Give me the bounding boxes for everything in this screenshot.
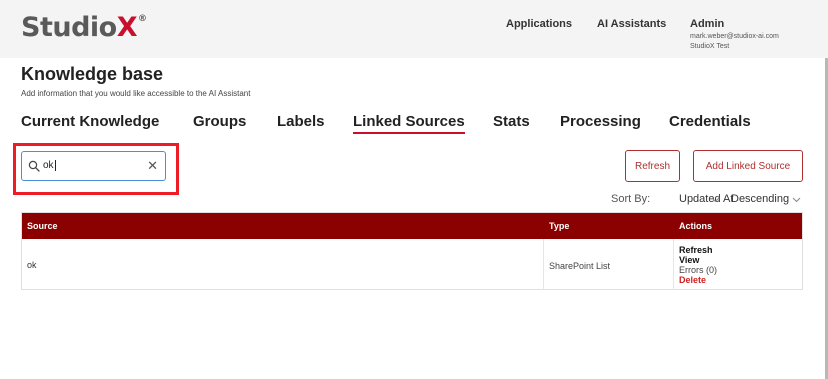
cell-type: SharePoint List [549,261,611,271]
search-icon [28,160,40,172]
logo-registered-mark: ® [138,14,147,24]
nav-applications[interactable]: Applications [506,18,572,30]
tab-labels[interactable]: Labels [277,113,325,130]
tab-processing[interactable]: Processing [560,113,641,130]
top-header: StudioX® Applications AI Assistants Admi… [0,0,828,58]
tab-stats[interactable]: Stats [493,113,530,130]
cell-actions: Refresh View Errors (0) Delete [679,245,717,285]
column-header-source: Source [27,221,58,231]
close-icon[interactable]: ✕ [147,159,158,173]
nav-ai-assistants[interactable]: AI Assistants [597,18,666,30]
cell-source: ok [27,260,37,270]
logo-x: X [116,12,138,43]
row-errors-link[interactable]: Errors (0) [679,265,717,275]
tab-linked-sources[interactable]: Linked Sources [353,113,465,134]
page-subtitle: Add information that you would like acce… [21,89,251,98]
user-menu[interactable]: Admin mark.weber@studiox-ai.com StudioX … [690,18,779,52]
row-view-link[interactable]: View [679,255,717,265]
column-header-actions: Actions [679,221,713,231]
sort-by-label: Sort By: [611,193,651,205]
column-header-type: Type [549,221,570,231]
sort-field-select[interactable]: Updated At [679,193,733,205]
row-refresh-link[interactable]: Refresh [679,245,717,255]
linked-sources-table: Source Type Actions ok SharePoint List R… [21,212,803,290]
sort-direction-select[interactable]: Descending [731,193,789,205]
studiox-logo[interactable]: StudioX® [21,12,147,43]
logo-text: Studio [21,12,117,43]
search-input[interactable]: ok ✕ [21,151,166,181]
row-delete-link[interactable]: Delete [679,275,717,285]
user-role: Admin [690,18,725,30]
search-value: ok [43,160,54,172]
tab-credentials[interactable]: Credentials [669,113,751,130]
add-linked-source-button[interactable]: Add Linked Source [693,150,803,182]
chevron-down-icon[interactable] [792,195,801,204]
tab-groups[interactable]: Groups [193,113,246,130]
table-row: ok SharePoint List Refresh View Errors (… [22,239,802,290]
tab-current-knowledge[interactable]: Current Knowledge [21,113,159,130]
user-org: StudioX Test [690,43,730,50]
refresh-button[interactable]: Refresh [625,150,680,182]
chevron-down-icon[interactable] [711,195,720,204]
user-email: mark.weber@studiox-ai.com [690,33,779,40]
table-header: Source Type Actions [22,213,802,239]
page-title: Knowledge base [21,64,164,84]
